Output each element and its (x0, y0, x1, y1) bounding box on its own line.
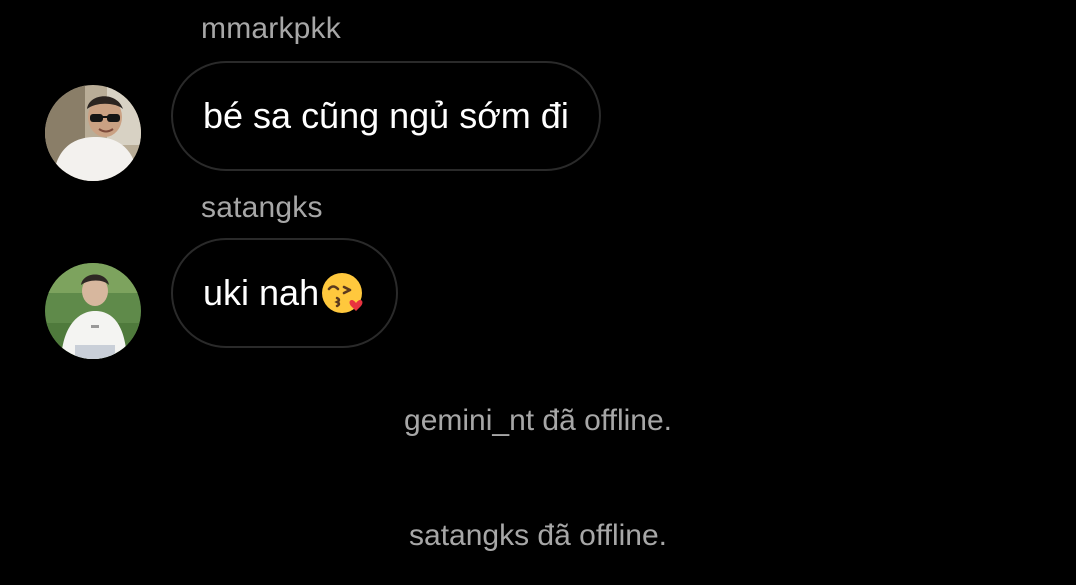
avatar[interactable] (45, 263, 141, 359)
offline-notice: gemini_nt đã offline. (404, 404, 672, 437)
message-text: uki nah (203, 272, 320, 313)
message-bubble[interactable]: bé sa cũng ngủ sớm đi (171, 61, 601, 171)
kissing-face-with-heart-icon (320, 270, 366, 316)
cropped-top-content (470, 0, 640, 6)
avatar[interactable] (45, 85, 141, 181)
message-text: bé sa cũng ngủ sớm đi (203, 95, 569, 136)
offline-notice: satangks đã offline. (409, 519, 667, 552)
message-sender-name: satangks (201, 191, 323, 224)
message-sender-name: mmarkpkk (201, 12, 341, 45)
message-bubble[interactable]: uki nah (171, 238, 399, 348)
